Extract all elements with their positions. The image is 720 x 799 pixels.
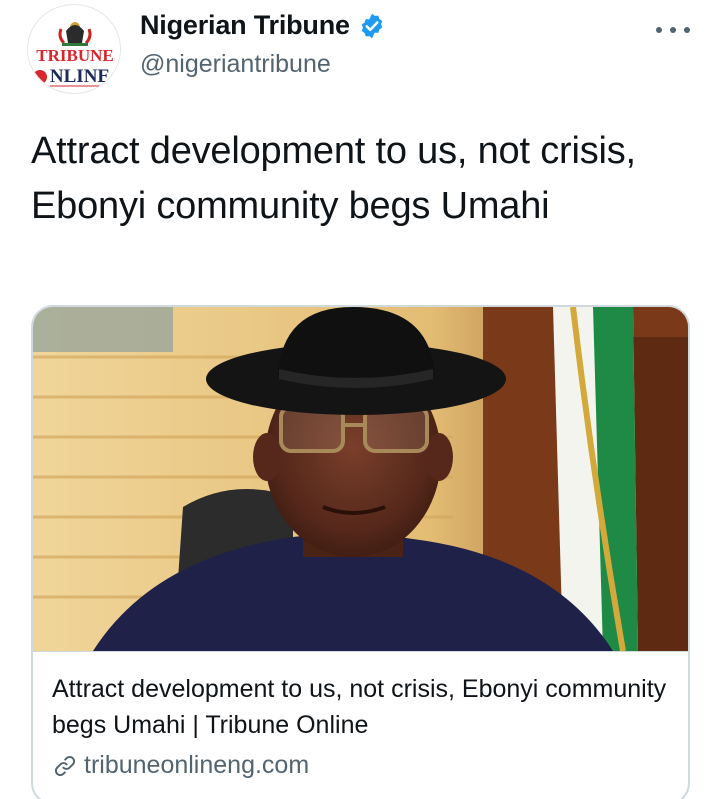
link-icon — [52, 753, 78, 779]
display-name[interactable]: Nigerian Tribune — [140, 10, 350, 41]
card-domain-text[interactable]: tribuneonlineng.com — [84, 751, 309, 780]
coat-of-arms-icon — [58, 22, 92, 46]
card-divider — [33, 651, 688, 652]
tweet: TRIBUNE NLINE Nigerian Tribune @nigerian… — [0, 0, 720, 799]
card-title[interactable]: Attract development to us, not crisis, E… — [52, 671, 672, 743]
verified-badge-icon — [358, 12, 386, 40]
account-name-row[interactable]: Nigerian Tribune — [140, 10, 386, 41]
card-domain[interactable]: tribuneonlineng.com — [52, 751, 309, 780]
card-image[interactable] — [33, 307, 688, 651]
avatar-wordmark-top: TRIBUNE — [36, 46, 113, 65]
avatar-wordmark-bottom: NLINE — [50, 66, 110, 87]
tweet-text: Attract development to us, not crisis, E… — [31, 130, 636, 227]
account-avatar[interactable]: TRIBUNE NLINE — [27, 4, 121, 94]
account-handle[interactable]: @nigeriantribune — [140, 50, 331, 79]
more-options-icon[interactable] — [656, 20, 690, 40]
link-preview-card[interactable]: Attract development to us, not crisis, E… — [31, 305, 690, 799]
